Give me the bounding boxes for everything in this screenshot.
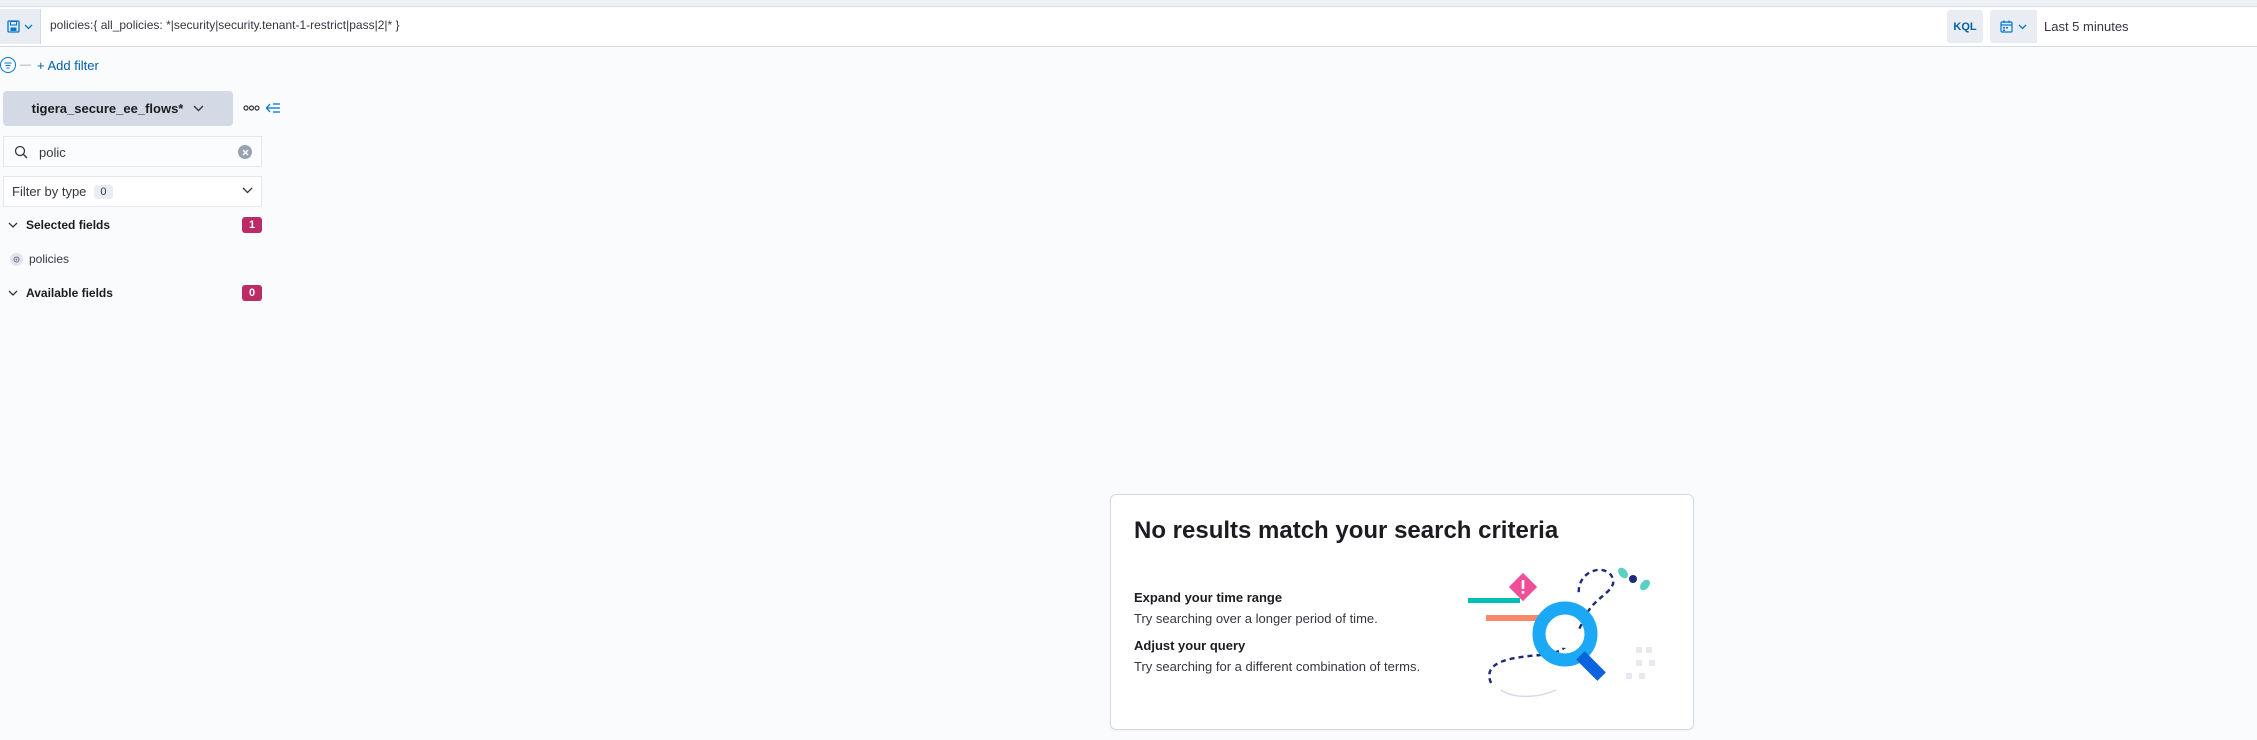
top-strip <box>0 0 2257 7</box>
more-options-icon[interactable] <box>243 102 260 114</box>
selected-fields-title: Selected fields <box>26 218 111 232</box>
filter-by-type-count: 0 <box>94 184 113 199</box>
filter-bar: — + Add filter <box>0 56 99 74</box>
index-pattern-selector[interactable]: tigera_secure_ee_flows* <box>3 91 233 126</box>
time-range-label[interactable]: Last 5 minutes <box>2044 19 2129 34</box>
field-search <box>3 136 262 167</box>
date-quick-menu-button[interactable] <box>1990 10 2037 43</box>
index-pattern-label: tigera_secure_ee_flows* <box>31 101 184 116</box>
tip-text: Try searching over a longer period of ti… <box>1134 611 1378 626</box>
tip-text: Try searching for a different combinatio… <box>1134 659 1421 674</box>
collapse-sidebar-icon[interactable] <box>265 100 281 116</box>
save-icon <box>7 20 20 33</box>
filter-by-type-button[interactable]: Filter by type 0 <box>3 176 262 207</box>
filter-options-icon[interactable] <box>0 57 16 73</box>
field-name: policies <box>29 252 70 266</box>
chevron-down-icon <box>8 222 18 228</box>
calendar-icon <box>2000 20 2013 33</box>
chevron-down-icon <box>24 24 33 29</box>
selected-fields-count-badge: 1 <box>242 217 262 233</box>
no-results-title: No results match your search criteria <box>1134 517 1559 544</box>
add-filter-button[interactable]: + Add filter <box>37 58 99 73</box>
date-picker[interactable]: Last 5 minutes <box>1990 10 2257 43</box>
selected-fields-toggle[interactable]: Selected fields 1 <box>0 215 265 235</box>
search-icon <box>14 145 28 159</box>
clear-search-icon[interactable] <box>238 145 252 159</box>
search-illustration-icon <box>1468 567 1655 698</box>
chevron-down-icon <box>193 105 204 112</box>
tip-heading: Expand your time range <box>1134 590 1283 605</box>
query-input[interactable]: policies:{ all_policies: *|security|secu… <box>50 18 400 32</box>
tip-heading: Adjust your query <box>1134 638 1246 653</box>
chevron-down-icon <box>8 290 18 296</box>
field-item-policies[interactable]: policies <box>10 250 69 268</box>
saved-query-button[interactable] <box>0 9 41 44</box>
field-search-input[interactable] <box>39 143 229 161</box>
available-fields-toggle[interactable]: Available fields 0 <box>0 283 265 303</box>
no-results-panel: No results match your search criteria Ex… <box>1110 494 1694 730</box>
filter-by-type-label: Filter by type <box>12 184 87 199</box>
chevron-down-icon <box>242 187 253 194</box>
object-type-icon <box>10 252 23 266</box>
available-fields-title: Available fields <box>26 286 113 300</box>
chevron-down-icon <box>2018 24 2027 29</box>
filter-separator: — <box>20 59 31 71</box>
available-fields-count-badge: 0 <box>242 285 262 301</box>
query-language-button[interactable]: KQL <box>1947 10 1983 43</box>
